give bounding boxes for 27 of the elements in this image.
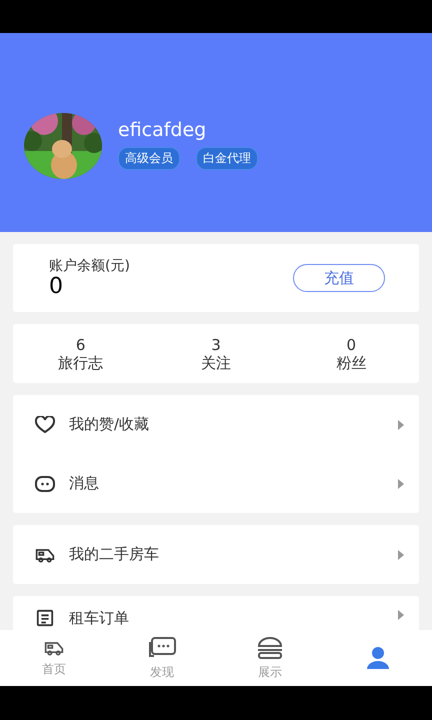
stat-label[interactable]: 旅行志 — [58, 354, 104, 372]
tab-label: 展示 — [258, 664, 282, 680]
stat-label[interactable]: 关注 — [200, 354, 231, 372]
chevron-icon — [397, 478, 405, 490]
heart-icon — [35, 416, 55, 434]
stat-count: 6 — [76, 336, 86, 354]
balance-label: 账户余额(元) — [49, 256, 130, 275]
stat-count: 0 — [346, 336, 356, 354]
recharge-button[interactable]: 充值 — [293, 264, 385, 292]
menu-item[interactable]: 我的赞/收藏 — [69, 415, 383, 434]
menu-item[interactable]: 我的二手房车 — [69, 545, 383, 564]
chat-icon — [146, 636, 178, 660]
chevron-icon — [397, 548, 405, 560]
menu-item[interactable]: 租车订单 — [69, 609, 383, 628]
member-badge: 白金代理 — [196, 147, 258, 170]
menu-item[interactable]: 消息 — [69, 474, 383, 493]
stat-count: 3 — [211, 336, 221, 354]
chevron-icon — [397, 418, 405, 430]
stat-label[interactable]: 粉丝 — [336, 354, 366, 372]
chevron-icon — [397, 609, 405, 621]
message-icon — [35, 474, 55, 492]
member-badge: 高级会员 — [118, 147, 180, 170]
tab-label: 首页 — [42, 660, 66, 678]
tab-label: 发现 — [150, 664, 174, 680]
document-icon — [35, 609, 55, 627]
username: eficafdeg — [118, 119, 208, 141]
balance-amount: 0 — [49, 274, 64, 300]
